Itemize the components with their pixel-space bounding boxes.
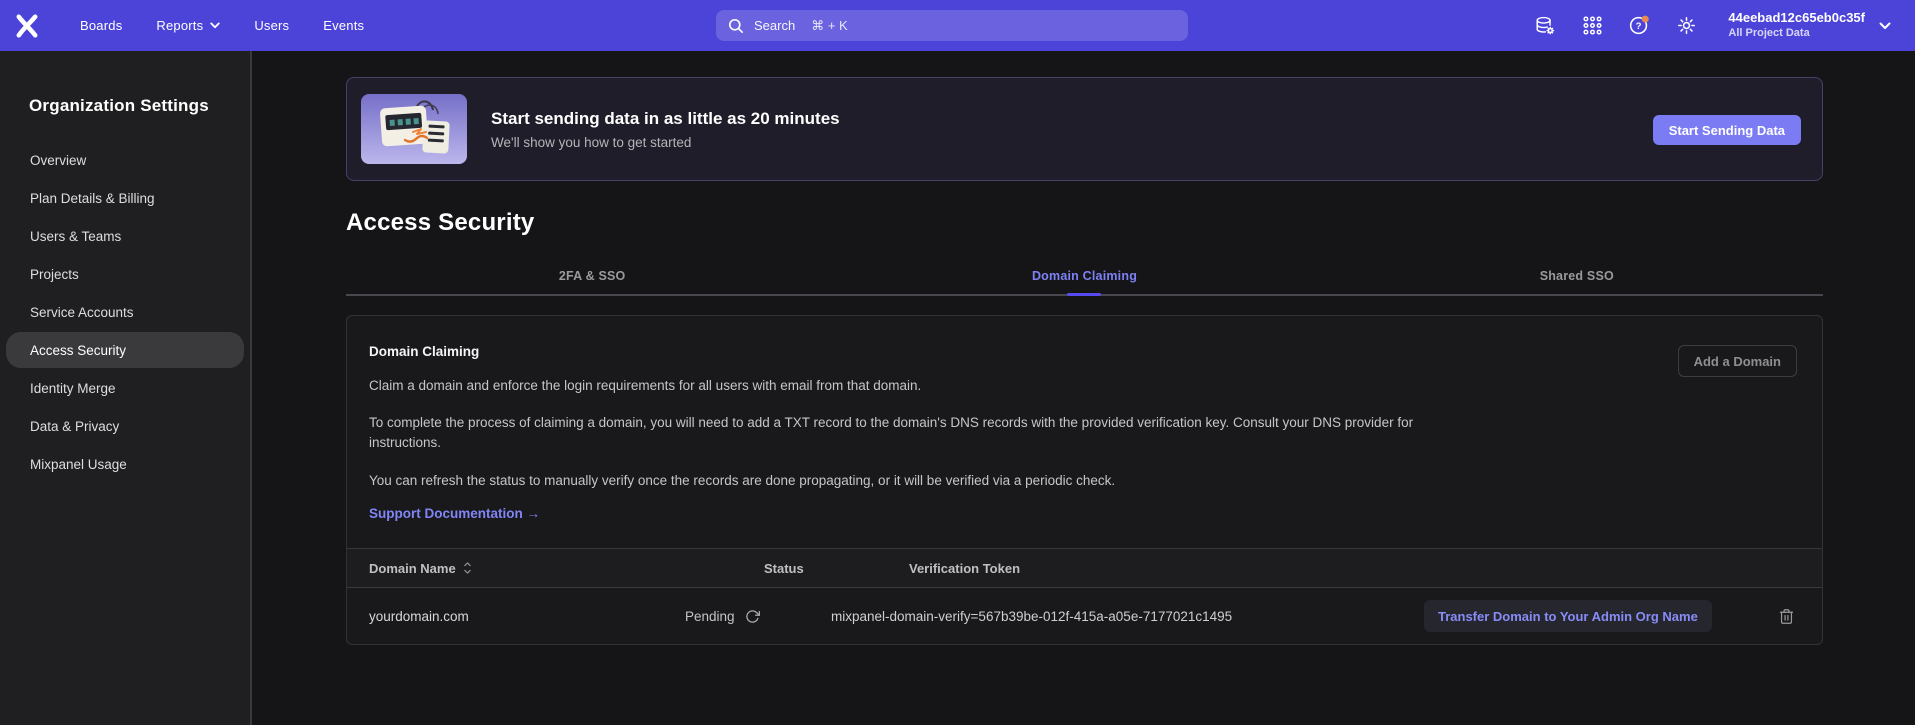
sidebar-item-identity-merge[interactable]: Identity Merge bbox=[6, 370, 244, 406]
apps-grid-icon[interactable] bbox=[1581, 15, 1603, 37]
chevron-down-icon bbox=[210, 22, 220, 29]
sidebar-list: Overview Plan Details & Billing Users & … bbox=[0, 142, 250, 482]
tab-shared-sso[interactable]: Shared SSO bbox=[1331, 269, 1823, 294]
nav-item-reports[interactable]: Reports bbox=[156, 18, 220, 33]
card-description-2: To complete the process of claiming a do… bbox=[369, 413, 1434, 453]
status-text: Pending bbox=[685, 609, 735, 624]
mixpanel-app: Boards Reports Users Events Search ⌘ + K bbox=[0, 0, 1915, 725]
column-header-verification-token: Verification Token bbox=[831, 561, 1424, 576]
nav-item-boards[interactable]: Boards bbox=[80, 18, 122, 33]
column-label: Domain Name bbox=[369, 561, 456, 576]
mixpanel-logo[interactable] bbox=[14, 13, 40, 39]
search-icon bbox=[728, 18, 744, 34]
tab-domain-claiming[interactable]: Domain Claiming bbox=[838, 269, 1330, 294]
trash-icon bbox=[1778, 608, 1795, 625]
getting-started-banner: Start sending data in as little as 20 mi… bbox=[346, 77, 1823, 181]
nav-item-label: Events bbox=[323, 18, 364, 33]
active-tab-underline bbox=[1067, 293, 1101, 296]
sidebar-item-overview[interactable]: Overview bbox=[6, 142, 244, 178]
start-sending-data-button[interactable]: Start Sending Data bbox=[1653, 115, 1801, 145]
navbar-right: ? 44eebad12c65eb0c35f All Project Data bbox=[1534, 0, 1891, 51]
card-title: Domain Claiming bbox=[369, 345, 1822, 359]
account-text: 44eebad12c65eb0c35f All Project Data bbox=[1728, 11, 1865, 40]
navbar-left: Boards Reports Users Events bbox=[14, 0, 364, 51]
search-input[interactable]: Search ⌘ + K bbox=[716, 10, 1188, 41]
sidebar-item-label: Overview bbox=[30, 153, 86, 168]
chevron-down-icon bbox=[1879, 22, 1891, 30]
getting-started-illustration bbox=[361, 94, 467, 164]
org-id: 44eebad12c65eb0c35f bbox=[1728, 11, 1865, 25]
page-title: Access Security bbox=[346, 209, 1823, 237]
status-cell: Pending bbox=[685, 608, 831, 624]
refresh-status-button[interactable] bbox=[745, 608, 761, 624]
card-body: Domain Claiming Claim a domain and enfor… bbox=[347, 316, 1822, 548]
search-placeholder: Search bbox=[754, 18, 795, 33]
verification-token-cell: mixpanel-domain-verify=567b39be-012f-415… bbox=[831, 609, 1424, 624]
sidebar-item-access-security[interactable]: Access Security bbox=[6, 332, 244, 368]
banner-text: Start sending data in as little as 20 mi… bbox=[491, 109, 840, 150]
sidebar-item-service-accounts[interactable]: Service Accounts bbox=[6, 294, 244, 330]
domain-name-cell: yourdomain.com bbox=[369, 609, 685, 624]
tab-label: Shared SSO bbox=[1540, 269, 1614, 283]
sidebar-item-label: Data & Privacy bbox=[30, 419, 119, 434]
column-label: Status bbox=[764, 561, 804, 576]
nav-item-label: Boards bbox=[80, 18, 122, 33]
settings-gear-icon[interactable] bbox=[1675, 15, 1697, 37]
data-management-icon[interactable] bbox=[1534, 15, 1556, 37]
nav-item-events[interactable]: Events bbox=[323, 18, 364, 33]
search-shortcut: ⌘ + K bbox=[811, 18, 848, 34]
card-description-3: You can refresh the status to manually v… bbox=[369, 471, 1434, 491]
sidebar-item-label: Service Accounts bbox=[30, 305, 134, 320]
delete-domain-button[interactable] bbox=[1778, 607, 1796, 625]
column-label: Verification Token bbox=[909, 561, 1020, 576]
column-header-status: Status bbox=[685, 561, 831, 576]
sidebar-item-data-privacy[interactable]: Data & Privacy bbox=[6, 408, 244, 444]
mixpanel-logo-icon bbox=[15, 14, 39, 38]
sidebar-item-projects[interactable]: Projects bbox=[6, 256, 244, 292]
sidebar-title: Organization Settings bbox=[29, 96, 250, 116]
domain-claiming-card: Add a Domain Domain Claiming Claim a dom… bbox=[346, 315, 1823, 645]
sidebar-item-label: Plan Details & Billing bbox=[30, 191, 155, 206]
table-header: Domain Name Status Verification Token bbox=[347, 548, 1822, 588]
sidebar-item-label: Access Security bbox=[30, 343, 126, 358]
nav-item-users[interactable]: Users bbox=[254, 18, 289, 33]
settings-sidebar: Organization Settings Overview Plan Deta… bbox=[0, 51, 252, 725]
sidebar-item-label: Users & Teams bbox=[30, 229, 121, 244]
help-icon[interactable]: ? bbox=[1628, 15, 1650, 37]
svg-text:?: ? bbox=[1636, 21, 1642, 32]
support-documentation-link[interactable]: Support Documentation → bbox=[369, 504, 540, 524]
nav-item-label: Reports bbox=[156, 18, 203, 33]
sidebar-item-plan-details-billing[interactable]: Plan Details & Billing bbox=[6, 180, 244, 216]
sidebar-item-label: Mixpanel Usage bbox=[30, 457, 127, 472]
add-domain-button[interactable]: Add a Domain bbox=[1678, 345, 1797, 377]
tab-label: 2FA & SSO bbox=[559, 269, 626, 283]
banner-subtitle: We'll show you how to get started bbox=[491, 135, 840, 150]
tab-2fa-sso[interactable]: 2FA & SSO bbox=[346, 269, 838, 294]
main-content: Start sending data in as little as 20 mi… bbox=[254, 51, 1915, 725]
notification-badge bbox=[1642, 16, 1649, 23]
sidebar-item-users-teams[interactable]: Users & Teams bbox=[6, 218, 244, 254]
nav-item-label: Users bbox=[254, 18, 289, 33]
top-navbar: Boards Reports Users Events Search ⌘ + K bbox=[0, 0, 1915, 51]
row-actions: Transfer Domain to Your Admin Org Name bbox=[1424, 600, 1822, 632]
banner-title: Start sending data in as little as 20 mi… bbox=[491, 109, 840, 129]
sort-icon[interactable] bbox=[462, 561, 473, 575]
card-description-1: Claim a domain and enforce the login req… bbox=[369, 376, 1434, 396]
sidebar-item-label: Projects bbox=[30, 267, 79, 282]
refresh-icon bbox=[745, 609, 760, 624]
sidebar-item-label: Identity Merge bbox=[30, 381, 116, 396]
tab-label: Domain Claiming bbox=[1032, 269, 1137, 283]
account-menu[interactable]: 44eebad12c65eb0c35f All Project Data bbox=[1728, 11, 1891, 40]
column-header-domain-name[interactable]: Domain Name bbox=[369, 561, 685, 576]
tab-bar: 2FA & SSO Domain Claiming Shared SSO bbox=[346, 269, 1823, 296]
sidebar-item-mixpanel-usage[interactable]: Mixpanel Usage bbox=[6, 446, 244, 482]
nav-menu: Boards Reports Users Events bbox=[80, 18, 364, 33]
domain-table-row: yourdomain.com Pending mixpanel-domain-v… bbox=[347, 588, 1822, 644]
transfer-domain-button[interactable]: Transfer Domain to Your Admin Org Name bbox=[1424, 600, 1712, 632]
project-name: All Project Data bbox=[1728, 26, 1865, 40]
